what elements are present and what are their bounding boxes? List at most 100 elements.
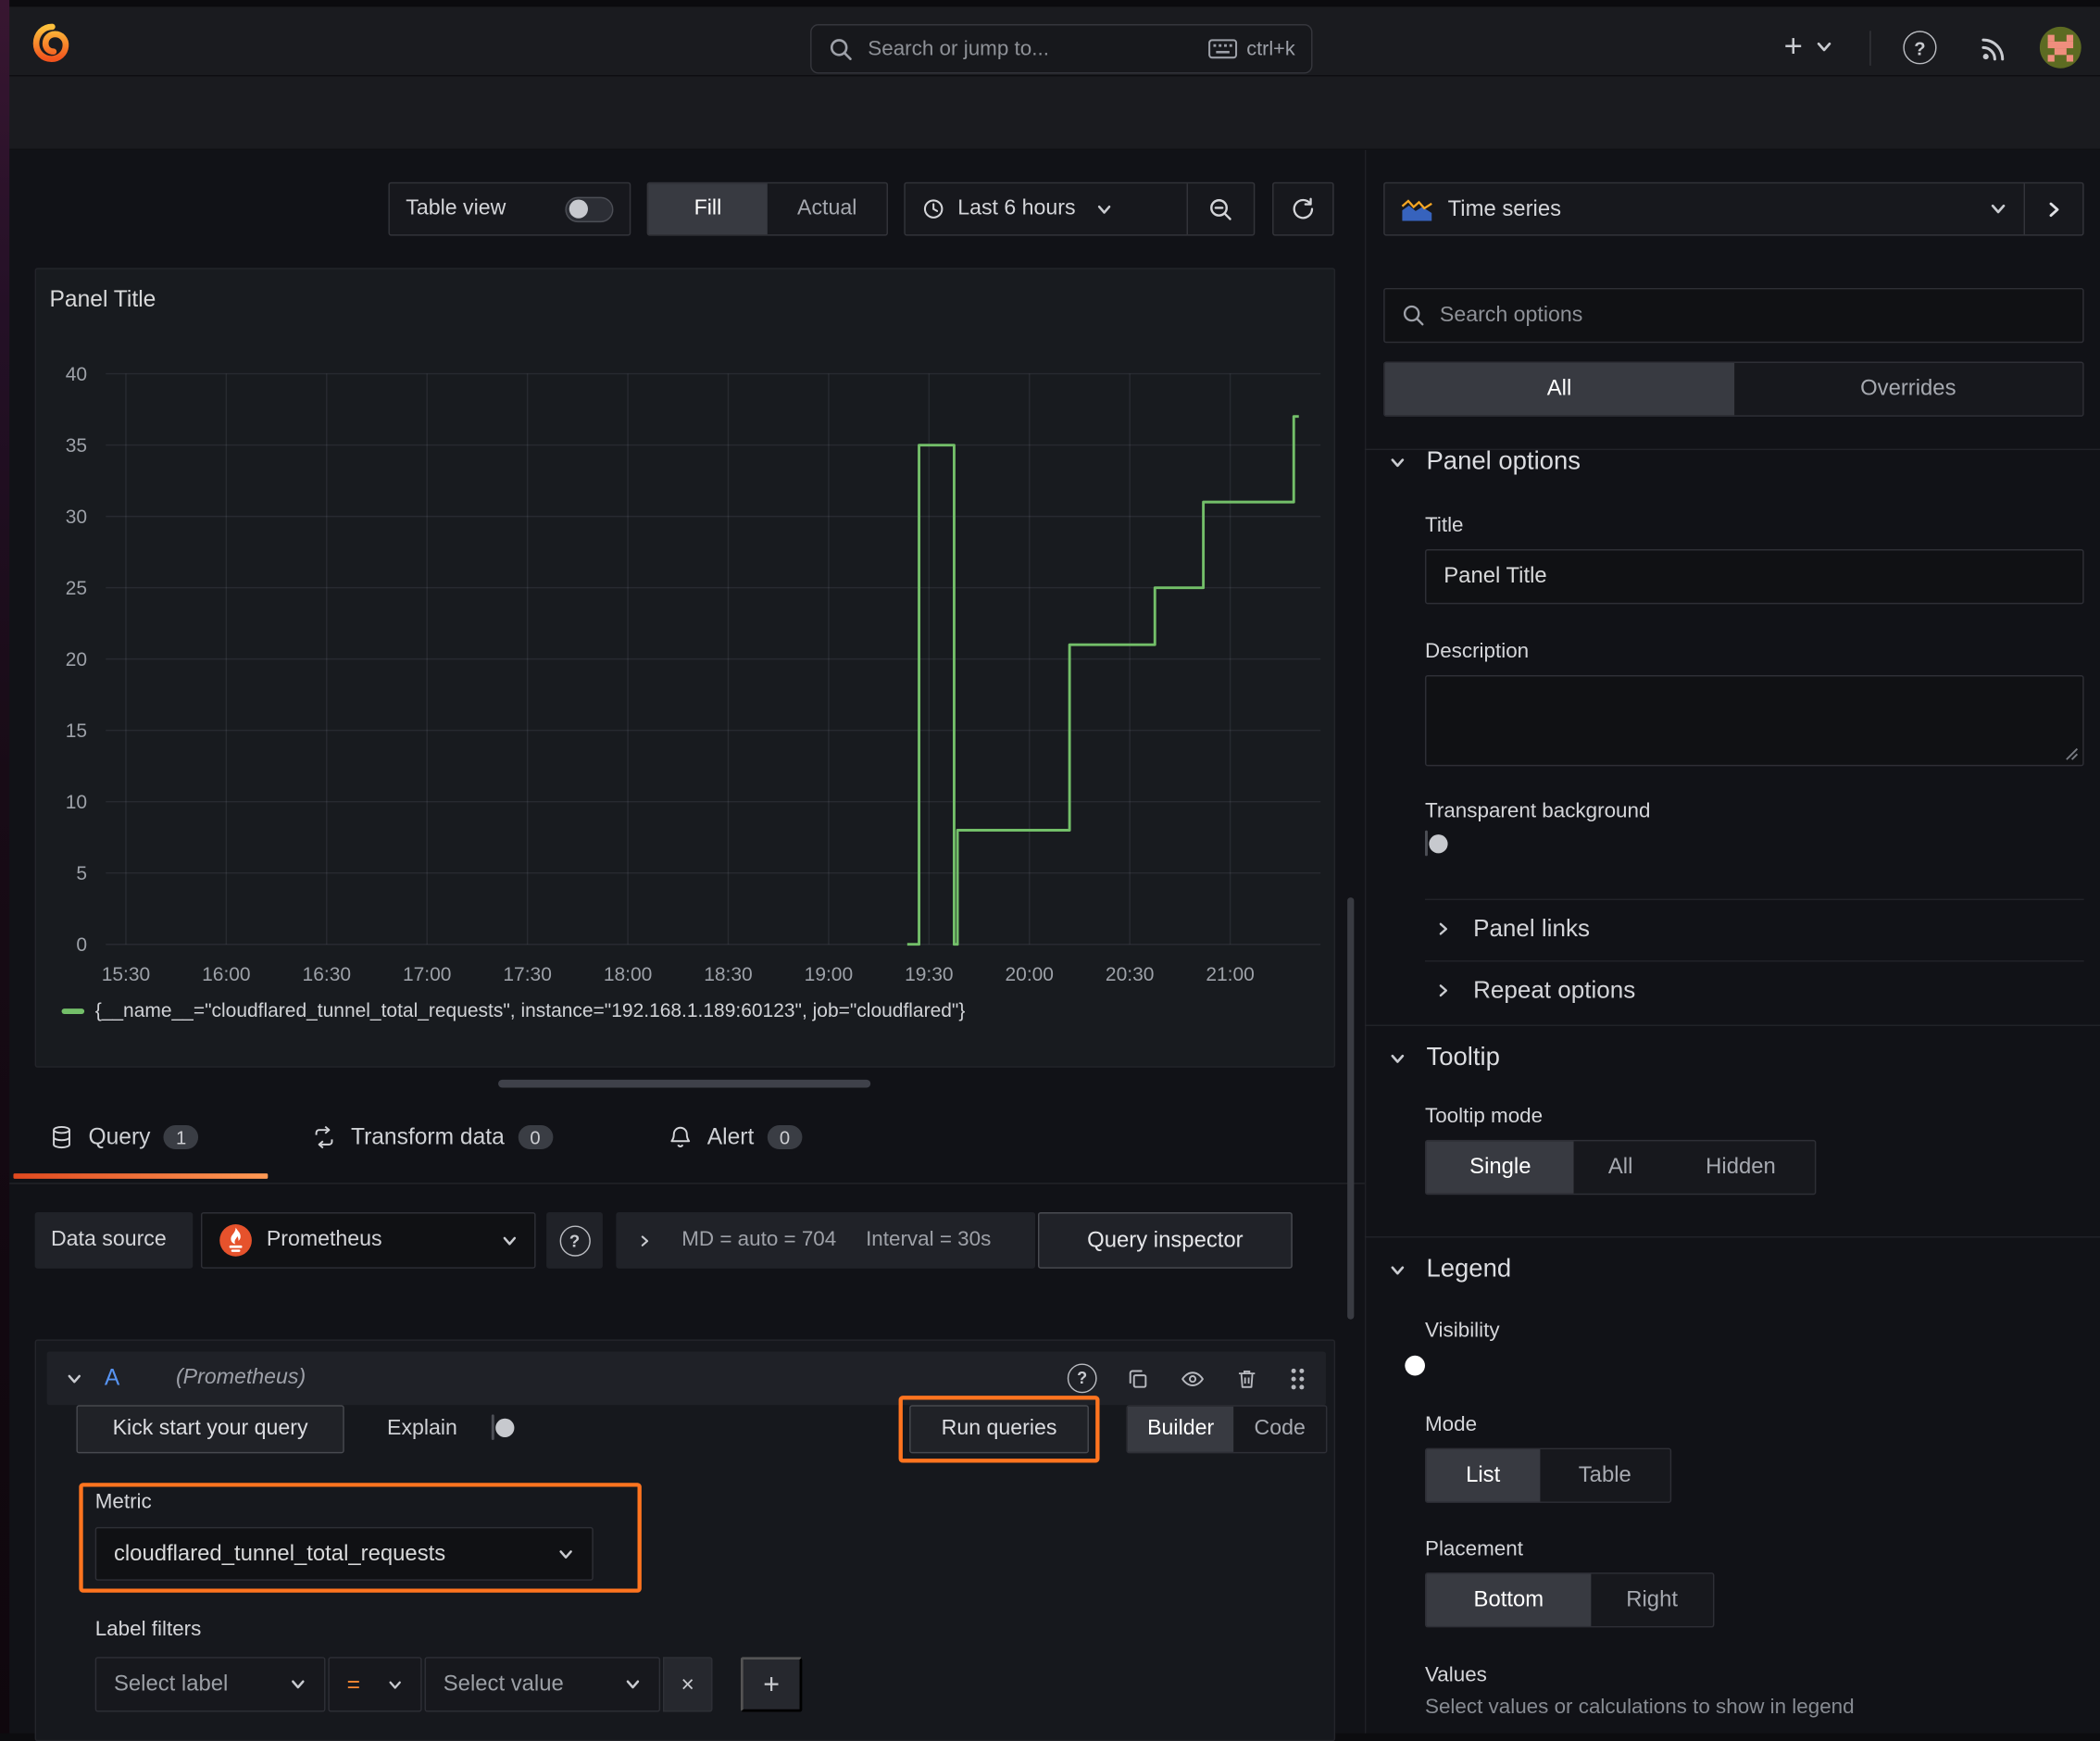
panel-title: Panel Title — [49, 286, 156, 313]
panel-options-section-header[interactable]: Panel options — [1389, 447, 1581, 477]
x-tick-label: 18:30 — [704, 964, 752, 985]
tooltip-section-header[interactable]: Tooltip — [1389, 1044, 1500, 1073]
legend-placement-right[interactable]: Right — [1591, 1574, 1713, 1626]
select-value-dropdown[interactable]: Select value — [424, 1657, 661, 1712]
query-row-header[interactable]: A (Prometheus) ? — [46, 1351, 1326, 1406]
x-tick-label: 16:00 — [202, 964, 250, 985]
chevron-right-icon — [1439, 984, 1448, 997]
y-tick-label: 15 — [66, 720, 87, 742]
grafana-logo-icon[interactable] — [30, 20, 75, 66]
panel-resize-handle[interactable] — [498, 1079, 871, 1088]
chevron-down-icon — [292, 1680, 305, 1689]
data-source-help-button[interactable]: ? — [546, 1212, 603, 1269]
series-label: {__name__="cloudflared_tunnel_total_requ… — [94, 1000, 966, 1022]
panel-title-input[interactable]: Panel Title — [1425, 549, 2084, 605]
metric-label: Metric — [94, 1490, 152, 1514]
chevron-down-icon — [1991, 204, 2006, 214]
query-inspector-button[interactable]: Query inspector — [1037, 1212, 1293, 1269]
all-overrides-segmented: All Overrides — [1383, 361, 2084, 417]
operator-dropdown[interactable]: = — [328, 1657, 422, 1712]
database-icon — [53, 1125, 70, 1149]
legend-section-header[interactable]: Legend — [1389, 1255, 1511, 1284]
zoom-out-time-button[interactable] — [1186, 183, 1254, 235]
plus-icon: + — [1783, 28, 1803, 65]
tooltip-mode-all[interactable]: All — [1574, 1141, 1667, 1193]
data-source-label: Data source — [34, 1212, 194, 1269]
grafana-edit-panel-page: Search or jump to... ctrl+k + ? Table vi… — [0, 0, 2100, 1741]
select-value-placeholder: Select value — [443, 1672, 564, 1697]
fill-option[interactable]: Fill — [648, 183, 768, 235]
fill-actual-segmented: Fill Actual — [646, 182, 888, 236]
legend-placement-label: Placement — [1425, 1537, 1523, 1561]
legend-visibility-label: Visibility — [1425, 1319, 1500, 1343]
tab-overrides[interactable]: Overrides — [1733, 363, 2082, 415]
description-textarea[interactable] — [1425, 675, 2084, 767]
close-icon: × — [681, 1671, 694, 1697]
description-field-label: Description — [1425, 640, 1530, 663]
add-filter-button[interactable]: + — [740, 1657, 803, 1712]
actual-option[interactable]: Actual — [768, 183, 887, 234]
refresh-button[interactable] — [1272, 182, 1334, 236]
run-queries-button[interactable]: Run queries — [909, 1405, 1089, 1454]
tab-transform-label: Transform data — [350, 1123, 505, 1150]
x-tick-label: 20:30 — [1106, 964, 1154, 985]
legend-placement-bottom[interactable]: Bottom — [1426, 1573, 1592, 1626]
drag-handle[interactable] — [1287, 1366, 1307, 1391]
legend-mode-table[interactable]: Table — [1540, 1449, 1670, 1501]
hide-response-button[interactable] — [1179, 1366, 1206, 1391]
explain-toggle[interactable] — [491, 1414, 514, 1440]
kick-start-query-button[interactable]: Kick start your query — [76, 1405, 344, 1454]
add-button[interactable]: + — [1784, 31, 1834, 63]
remove-filter-button[interactable]: × — [662, 1657, 713, 1712]
chart-legend-item[interactable]: {__name__="cloudflared_tunnel_total_requ… — [61, 1000, 966, 1022]
open-viz-suggestions-button[interactable] — [2023, 183, 2083, 235]
search-input[interactable]: Search or jump to... ctrl+k — [810, 24, 1313, 74]
help-button[interactable]: ? — [1903, 31, 1937, 65]
repeat-options-section[interactable]: Repeat options — [1436, 976, 1635, 1004]
resize-grip-icon[interactable] — [2064, 746, 2079, 761]
search-icon — [828, 35, 855, 62]
user-avatar[interactable] — [2039, 26, 2081, 69]
chevron-down-icon — [1097, 205, 1111, 214]
top-nav-bar: Search or jump to... ctrl+k + ? — [0, 6, 2100, 77]
metric-select[interactable]: cloudflared_tunnel_total_requests — [94, 1526, 594, 1581]
query-options-summary[interactable]: MD = auto = 704 Interval = 30s — [616, 1212, 1036, 1269]
data-source-picker[interactable]: Prometheus — [200, 1212, 536, 1269]
select-label-dropdown[interactable]: Select label — [94, 1657, 326, 1712]
tooltip-mode-single[interactable]: Single — [1426, 1141, 1575, 1194]
panel-links-section[interactable]: Panel links — [1436, 915, 1590, 943]
table-view-toggle[interactable] — [565, 195, 614, 222]
news-feed-button[interactable] — [1978, 33, 2008, 64]
time-series-chart[interactable]: 0 5 10 15 20 25 30 35 40 15:30 16:00 16:30 17:00 17:3… — [47, 336, 1328, 998]
chevron-right-icon — [1439, 922, 1448, 935]
builder-option[interactable]: Builder — [1127, 1406, 1234, 1452]
query-help-button[interactable]: ? — [1067, 1363, 1097, 1394]
time-range-label: Last 6 hours — [957, 196, 1076, 220]
search-placeholder: Search or jump to... — [868, 36, 1049, 60]
tab-query[interactable]: Query 1 — [48, 1124, 199, 1151]
active-tab-underline — [13, 1173, 269, 1179]
tab-all[interactable]: All — [1384, 362, 1734, 416]
code-option[interactable]: Code — [1233, 1407, 1326, 1452]
query-datasource-hint: (Prometheus) — [175, 1366, 306, 1389]
transform-icon — [315, 1125, 333, 1149]
tooltip-mode-hidden[interactable]: Hidden — [1667, 1141, 1815, 1193]
duplicate-query-button[interactable] — [1125, 1366, 1150, 1391]
series-color-icon — [61, 1008, 85, 1014]
vertical-scrollbar-thumb[interactable] — [1347, 897, 1355, 1320]
chevron-down-icon — [1817, 42, 1831, 52]
time-range-picker[interactable]: Last 6 hours — [906, 183, 1187, 234]
label-filters-label: Label filters — [94, 1618, 202, 1641]
tab-alert[interactable]: Alert 0 — [667, 1124, 803, 1151]
y-tick-label: 10 — [66, 792, 87, 813]
tab-transform-data[interactable]: Transform data 0 — [311, 1124, 553, 1151]
transparent-background-toggle[interactable] — [1425, 830, 1447, 857]
visualization-picker[interactable]: Time series — [1385, 183, 2024, 234]
chevron-down-icon — [389, 1680, 401, 1688]
legend-mode-list[interactable]: List — [1426, 1449, 1540, 1502]
chevron-down-icon — [1391, 1265, 1405, 1274]
remove-query-button[interactable] — [1235, 1366, 1259, 1391]
search-options-input[interactable]: Search options — [1383, 287, 2084, 344]
tooltip-mode-segmented: Single All Hidden — [1425, 1139, 1817, 1196]
chevron-down-icon — [503, 1236, 517, 1245]
